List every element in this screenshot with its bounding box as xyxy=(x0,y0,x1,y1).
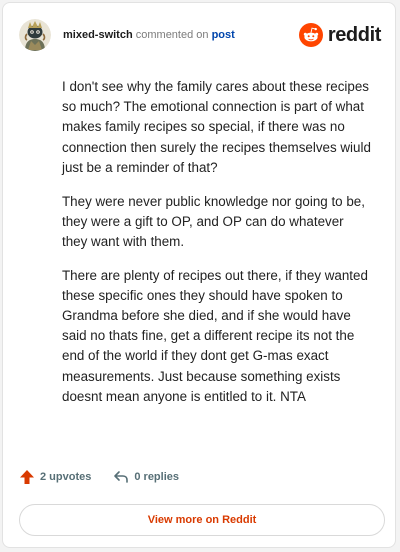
upvote-arrow-icon xyxy=(20,470,34,484)
reddit-logo-icon xyxy=(298,23,323,47)
comment-footer: 2 upvotes 0 replies xyxy=(19,469,179,485)
comment-paragraph: I don't see why the family cares about t… xyxy=(62,79,371,175)
replies-stat[interactable]: 0 replies xyxy=(113,469,179,485)
upvotes-count: 2 upvotes xyxy=(40,471,92,483)
username[interactable]: mixed-switch xyxy=(63,29,133,41)
avatar[interactable] xyxy=(19,19,51,51)
comment-paragraph: There are plenty of recipes out there, i… xyxy=(62,267,368,404)
replies-count: 0 replies xyxy=(134,471,179,483)
comment-body: I don't see why the family cares about t… xyxy=(62,77,372,421)
reply-arrow-icon xyxy=(114,471,129,483)
upvotes-stat[interactable]: 2 upvotes xyxy=(19,469,91,485)
reddit-brand[interactable]: reddit xyxy=(298,23,382,47)
action-text: commented on xyxy=(135,29,209,41)
comment-header: mixed-switch commented on post reddit xyxy=(19,17,381,53)
view-more-button[interactable]: View more on Reddit xyxy=(19,504,385,536)
brand-name: reddit xyxy=(327,24,382,46)
comment-paragraph: They were never public knowledge nor goi… xyxy=(62,193,365,249)
snoo-avatar-icon xyxy=(19,19,51,51)
comment-meta: mixed-switch commented on post xyxy=(63,28,299,42)
comment-embed-card: mixed-switch commented on post reddit I … xyxy=(2,2,396,548)
post-link[interactable]: post xyxy=(212,29,235,41)
